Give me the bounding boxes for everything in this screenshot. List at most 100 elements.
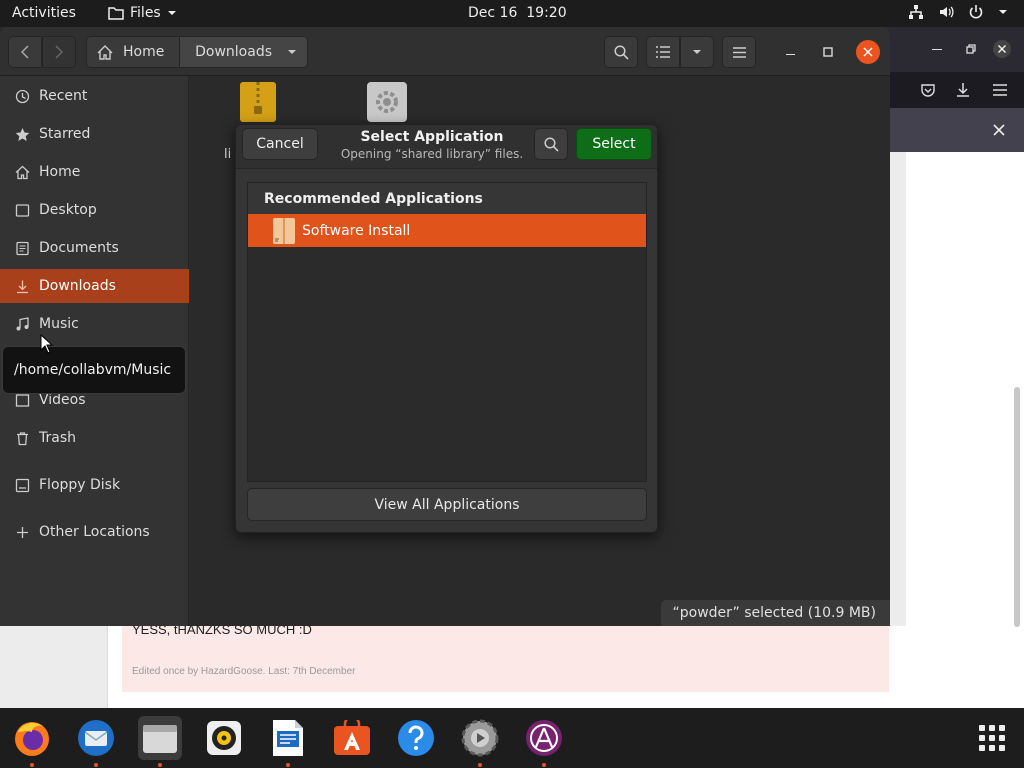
browser-titlebar: [890, 27, 1024, 72]
search-icon: [613, 44, 629, 60]
dock-item-help[interactable]: [394, 716, 438, 760]
settings-icon: [461, 719, 499, 757]
close-button[interactable]: [856, 40, 880, 64]
minimize-icon: [785, 53, 795, 55]
download-icon: [17, 280, 28, 293]
sidebar-item-starred[interactable]: Starred: [0, 117, 189, 151]
sidebar-item-floppy-disk[interactable]: Floppy Disk: [0, 468, 189, 502]
software-install-icon: [273, 217, 295, 244]
sidebar-item-desktop[interactable]: Desktop: [0, 193, 189, 227]
software-center-icon: [334, 720, 370, 755]
chevron-down-icon: [288, 50, 296, 54]
dock-item-settings[interactable]: [458, 716, 502, 767]
minimize-icon[interactable]: [932, 49, 942, 50]
dock-item-software-center[interactable]: [330, 716, 374, 760]
running-indicator: [158, 763, 162, 767]
forward-button[interactable]: [42, 36, 76, 68]
home-icon: [97, 44, 113, 60]
select-application-dialog: Cancel Select Application Opening “share…: [235, 124, 658, 533]
sidebar-item-trash[interactable]: Trash: [0, 421, 189, 455]
path-bar: Home Downloads: [86, 36, 308, 68]
sidebar-item-downloads[interactable]: Downloads: [0, 269, 189, 303]
clock-time: 19:20: [526, 5, 567, 21]
view-list-button[interactable]: [646, 36, 680, 68]
dock-item-rhythmbox[interactable]: [202, 716, 246, 760]
show-applications-button[interactable]: [970, 716, 1014, 760]
dock-item-firefox[interactable]: [10, 716, 54, 767]
sidebar-item-label: Other Locations: [39, 524, 150, 540]
status-text: “powder” selected (10.9 MB): [672, 605, 876, 621]
back-button[interactable]: [8, 36, 42, 68]
app-menu-label: Files: [130, 5, 161, 21]
file-item-library[interactable]: [366, 82, 408, 122]
app-menu[interactable]: Files: [108, 5, 177, 21]
sidebar-tooltip: /home/collabvm/Music: [2, 346, 186, 394]
show-apps-icon: [979, 725, 1005, 751]
system-tray[interactable]: [908, 4, 1008, 20]
close-icon[interactable]: [993, 40, 1011, 58]
minimize-button[interactable]: [778, 40, 802, 64]
sidebar-item-label: Starred: [39, 126, 91, 142]
tooltip-text: /home/collabvm/Music: [14, 362, 172, 378]
search-icon: [543, 136, 559, 152]
running-indicator: [542, 763, 546, 767]
path-current-button[interactable]: Downloads: [180, 37, 307, 67]
sidebar-item-recent[interactable]: Recent: [0, 79, 189, 113]
sidebar-item-home[interactable]: Home: [0, 155, 189, 189]
video-icon: [15, 393, 30, 407]
search-button[interactable]: [604, 36, 638, 68]
close-icon: [863, 47, 873, 57]
path-home-button[interactable]: Home: [87, 37, 181, 67]
mouse-cursor-icon: [40, 334, 54, 354]
browser-notification-bar: [890, 108, 1024, 152]
sidebar-item-label: Music: [39, 316, 79, 332]
browser-scrollbar[interactable]: [1014, 387, 1020, 627]
select-button[interactable]: Select: [576, 128, 652, 160]
dock: [0, 708, 1024, 768]
restore-icon[interactable]: [966, 44, 976, 54]
dock-item-files[interactable]: [138, 716, 182, 767]
sidebar-item-music[interactable]: Music: [0, 307, 189, 341]
dock-item-ubuntu-advantage[interactable]: [522, 716, 566, 767]
sidebar-item-label: Downloads: [39, 278, 116, 294]
application-list: Recommended Applications Software Instal…: [247, 182, 647, 482]
dialog-search-button[interactable]: [534, 128, 568, 160]
thunderbird-icon: [78, 720, 114, 756]
list-item-label: Software Install: [302, 222, 411, 239]
music-icon: [16, 316, 29, 330]
list-item[interactable]: Software Install: [248, 214, 646, 247]
view-all-applications-button[interactable]: View All Applications: [247, 488, 647, 521]
cancel-button[interactable]: Cancel: [242, 128, 318, 160]
maximize-button[interactable]: [816, 40, 840, 64]
dock-item-thunderbird[interactable]: [74, 716, 118, 767]
writer-icon: [273, 720, 303, 756]
hamburger-menu-icon[interactable]: [993, 84, 1007, 96]
clock[interactable]: Dec 16 19:20: [468, 5, 567, 21]
sidebar-item-label: Videos: [39, 392, 86, 408]
running-indicator: [94, 763, 98, 767]
power-icon: [969, 5, 983, 19]
chevron-down-icon: [167, 11, 176, 15]
sidebar-item-documents[interactable]: Documents: [0, 231, 189, 265]
forum-edited-note: Edited once by HazardGoose. Last: 7th De…: [132, 666, 356, 677]
sidebar-item-other-locations[interactable]: Other Locations: [0, 515, 189, 549]
archive-file-icon: [240, 82, 276, 122]
chevron-down-icon: [693, 50, 701, 54]
star-icon: [15, 127, 30, 141]
main-menu-button[interactable]: [722, 36, 756, 68]
network-icon: [909, 5, 923, 19]
dock-item-writer[interactable]: [266, 716, 310, 767]
sidebar-item-label: Trash: [39, 430, 76, 446]
pocket-icon[interactable]: [921, 83, 935, 97]
file-item-archive[interactable]: [238, 82, 278, 122]
plus-icon: [17, 526, 28, 538]
sidebar-item-label: Documents: [39, 240, 119, 256]
view-options-button[interactable]: [680, 36, 714, 68]
close-icon[interactable]: [993, 124, 1005, 136]
running-indicator: [478, 763, 482, 767]
browser-page-bottom: YESS, tHANZKS SO MUCH :D Edited once by …: [0, 622, 907, 708]
sidebar-item-label: Floppy Disk: [39, 477, 121, 493]
activities-button[interactable]: Activities: [12, 5, 76, 21]
download-icon[interactable]: [956, 82, 970, 98]
list-view-icon: [656, 46, 670, 58]
